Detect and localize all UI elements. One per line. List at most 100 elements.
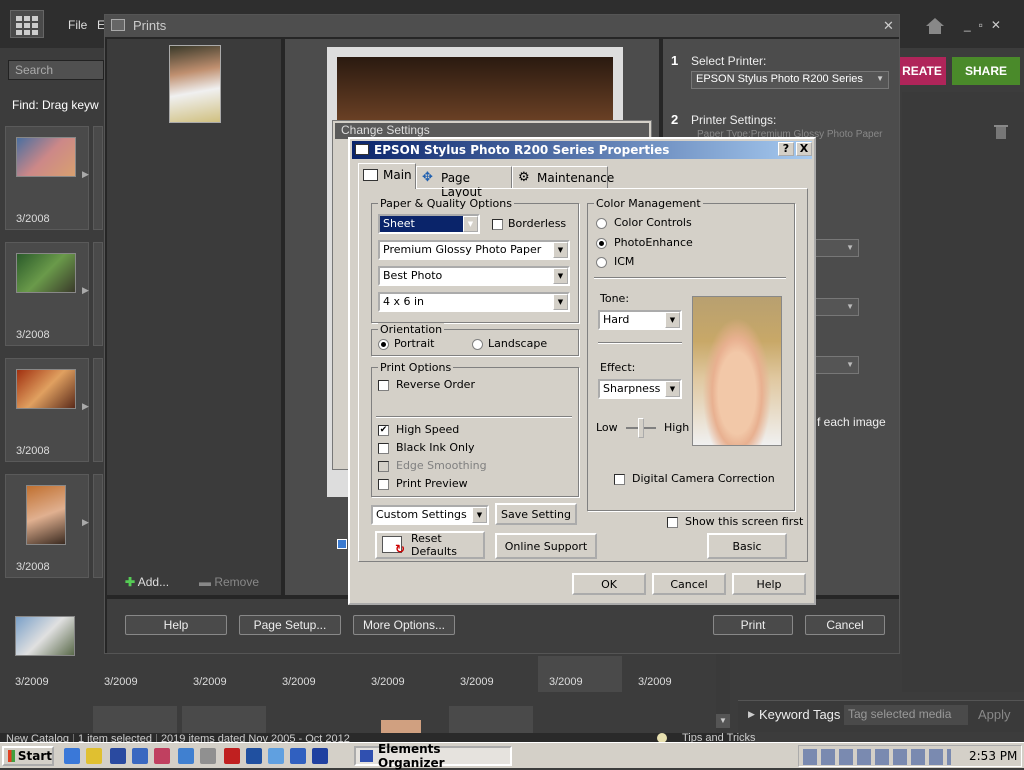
media-card[interactable]: ▶ 3/2008 — [5, 358, 89, 462]
outlook-icon[interactable] — [132, 748, 148, 764]
tone-select[interactable]: Hard ▼ — [598, 310, 682, 330]
quality-select[interactable]: Best Photo ▼ — [378, 266, 570, 286]
media-card[interactable]: ▶ 3/2008 — [5, 474, 89, 578]
save-setting-button[interactable]: Save Setting — [495, 503, 577, 525]
tray-icons[interactable] — [803, 749, 951, 765]
scroll-down-icon[interactable]: ▼ — [716, 714, 730, 728]
media-card[interactable]: ▶ 3/2008 — [5, 126, 89, 230]
home-icon[interactable] — [924, 16, 946, 36]
expand-arrow-icon[interactable]: ▶ — [748, 709, 755, 720]
tab-maintenance[interactable]: ⚙ Maintenance — [512, 166, 614, 188]
media-date: 3/2009 — [282, 676, 316, 688]
chevron-down-icon: ▼ — [846, 243, 854, 252]
help-button[interactable]: Help — [125, 615, 227, 635]
keyword-tags-bar: ▶ Keyword Tags Tag selected media Apply — [738, 700, 1024, 732]
cancel-button[interactable]: Cancel — [652, 573, 726, 595]
paper-quality-group: Paper & Quality Options Sheet ▼ Borderle… — [371, 197, 579, 323]
pdf-icon[interactable] — [224, 748, 240, 764]
effect-label: Effect: — [600, 361, 636, 374]
color-controls-radio[interactable] — [596, 218, 607, 229]
slider-thumb[interactable] — [638, 418, 644, 438]
photo-enhance-radio[interactable] — [596, 238, 607, 249]
add-photo-button[interactable]: ✚ Add... — [125, 575, 169, 589]
page-setup-button[interactable]: Page Setup... — [239, 615, 341, 635]
media-card-partial[interactable] — [182, 706, 266, 734]
word-icon[interactable] — [110, 748, 126, 764]
create-button[interactable]: REATE — [898, 57, 946, 85]
media-card-partial[interactable] — [449, 706, 533, 734]
media-thumbnail[interactable] — [15, 616, 75, 656]
search-input[interactable]: Search — [8, 60, 104, 80]
black-ink-label: Black Ink Only — [396, 441, 475, 454]
taskbar-item-organizer[interactable]: Elements Organizer — [354, 742, 512, 770]
start-button[interactable]: Start — [2, 746, 54, 766]
cancel-button[interactable]: Cancel — [805, 615, 885, 635]
reverse-order-checkbox[interactable] — [378, 380, 389, 391]
crop-handle-icon[interactable] — [337, 539, 347, 549]
app-icon[interactable] — [178, 748, 194, 764]
close-icon[interactable]: ✕ — [883, 18, 894, 34]
black-ink-checkbox[interactable] — [378, 443, 389, 454]
print-preview-checkbox[interactable] — [378, 479, 389, 490]
ok-button[interactable]: OK — [572, 573, 646, 595]
basic-button[interactable]: Basic — [707, 533, 787, 559]
keyword-tags-label[interactable]: Keyword Tags — [759, 707, 840, 722]
tab-page-layout[interactable]: ✥ Page Layout — [416, 166, 512, 199]
media-card-partial[interactable] — [93, 706, 177, 734]
media-type-select[interactable]: Premium Glossy Photo Paper ▼ — [378, 240, 570, 260]
chevron-down-icon: ▼ — [463, 216, 478, 232]
digital-camera-checkbox[interactable] — [614, 474, 625, 485]
tab-main[interactable]: Main — [358, 163, 416, 189]
pse-icon[interactable] — [312, 748, 328, 764]
help-icon[interactable]: ? — [778, 142, 794, 156]
more-options-button[interactable]: More Options... — [353, 615, 455, 635]
expand-arrow-icon[interactable]: ▶ — [82, 285, 89, 296]
tag-input[interactable]: Tag selected media — [844, 705, 968, 725]
media-thumbnail[interactable] — [381, 720, 421, 734]
high-label: High — [664, 421, 690, 434]
print-photo-thumbnail[interactable] — [169, 45, 221, 123]
app-icon[interactable] — [86, 748, 102, 764]
apply-button[interactable]: Apply — [978, 707, 1011, 722]
menu-file[interactable]: File — [68, 18, 87, 32]
expand-arrow-icon[interactable]: ▶ — [82, 169, 89, 180]
maintenance-icon: ⚙ — [518, 170, 530, 185]
effect-select[interactable]: Sharpness ▼ — [598, 379, 682, 399]
high-speed-checkbox[interactable]: ✔ — [378, 425, 389, 436]
media-card-partial[interactable] — [93, 126, 103, 230]
remove-photo-button[interactable]: ▬ Remove — [199, 575, 259, 589]
help-button[interactable]: Help — [732, 573, 806, 595]
media-card-partial[interactable] — [93, 358, 103, 462]
app-icon[interactable] — [290, 748, 306, 764]
paint-icon[interactable] — [154, 748, 170, 764]
close-icon[interactable]: X — [796, 142, 812, 156]
online-support-button[interactable]: Online Support — [495, 533, 597, 559]
share-button[interactable]: SHARE — [952, 57, 1020, 85]
icm-radio[interactable] — [596, 257, 607, 268]
reset-defaults-button[interactable]: ↻ Reset Defaults — [375, 531, 485, 559]
portrait-radio[interactable] — [378, 339, 389, 350]
expand-arrow-icon[interactable]: ▶ — [82, 517, 89, 528]
window-controls[interactable]: _▫✕ — [964, 18, 1009, 32]
app-icon[interactable] — [268, 748, 284, 764]
tone-slider[interactable] — [626, 416, 656, 440]
media-date: 3/2008 — [16, 329, 50, 341]
show-screen-checkbox[interactable] — [667, 517, 678, 528]
ie-icon[interactable] — [64, 748, 80, 764]
printer-select[interactable]: EPSON Stylus Photo R200 Series ▼ — [691, 71, 889, 89]
grid-view-icon[interactable] — [10, 10, 44, 38]
trash-icon[interactable] — [994, 124, 1008, 140]
media-card-partial[interactable] — [93, 242, 103, 346]
calculator-icon[interactable] — [200, 748, 216, 764]
each-image-text: f each image — [817, 415, 886, 429]
paper-size-select[interactable]: 4 x 6 in ▼ — [378, 292, 570, 312]
landscape-radio[interactable] — [472, 339, 483, 350]
expand-arrow-icon[interactable]: ▶ — [82, 401, 89, 412]
custom-settings-select[interactable]: Custom Settings ▼ — [371, 505, 489, 525]
print-button[interactable]: Print — [713, 615, 793, 635]
media-card-partial[interactable] — [93, 474, 103, 578]
media-card[interactable]: ▶ 3/2008 — [5, 242, 89, 346]
app-icon[interactable] — [246, 748, 262, 764]
paper-source-select[interactable]: Sheet ▼ — [378, 214, 480, 234]
borderless-checkbox[interactable] — [492, 219, 503, 230]
